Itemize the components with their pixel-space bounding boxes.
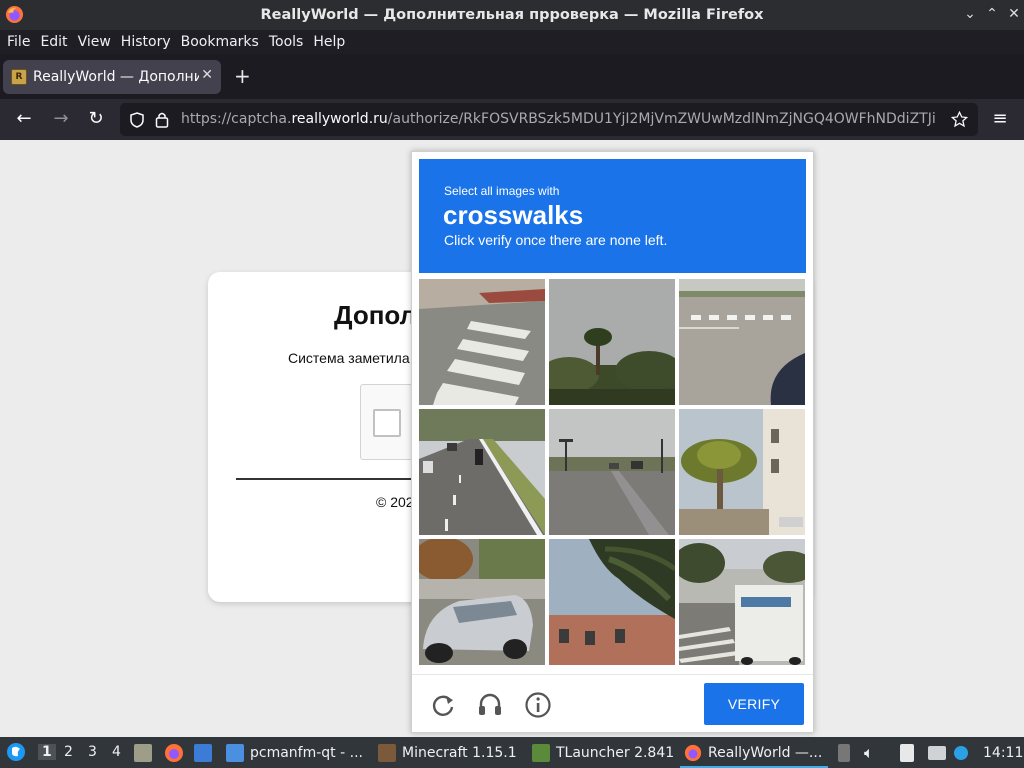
updates-tray[interactable] [954, 737, 974, 768]
minimize-icon[interactable]: ⌄ [961, 4, 979, 24]
shield-icon[interactable] [130, 112, 144, 128]
clock[interactable]: 14:11 [983, 737, 1023, 768]
bookmark-star-icon[interactable] [951, 111, 968, 128]
reload-icon[interactable]: ↻ [85, 108, 107, 130]
close-icon[interactable]: ✕ [1005, 4, 1023, 24]
taskbar-app-label: Minecraft 1.15.1 [402, 744, 517, 761]
navigation-bar: ← → ↻ https://captcha.reallyworld.ru/aut… [0, 99, 1024, 140]
taskbar-app-label: pcmanfm-qt - ... [250, 744, 363, 761]
captcha-target: crosswalks [443, 200, 584, 230]
menu-view[interactable]: View [78, 34, 111, 50]
firefox-launcher-icon [165, 743, 183, 762]
reload-challenge-icon[interactable] [429, 691, 457, 719]
clipboard-icon [900, 743, 914, 762]
speaker-icon: 🔈︎ [864, 742, 874, 762]
taskbar-app-tlauncher[interactable]: TLauncher 2.841 [532, 737, 674, 768]
recaptcha-checkbox[interactable] [373, 409, 401, 437]
menu-history[interactable]: History [121, 34, 171, 50]
captcha-tile-truck-crosswalk[interactable] [679, 539, 805, 665]
menu-help[interactable]: Help [313, 34, 345, 50]
url-host: reallyworld.ru [291, 111, 388, 127]
taskbar-scroll[interactable] [838, 737, 856, 768]
tlauncher-icon [532, 743, 550, 762]
menu-bookmarks[interactable]: Bookmarks [181, 34, 259, 50]
captcha-tile-road-traffic-lights[interactable] [549, 409, 675, 535]
url-path: /authorize/RkFOSVRBSzk5MDU1YjI2MjVmZWUwM… [387, 111, 936, 127]
start-menu-icon[interactable] [6, 742, 26, 762]
verify-button[interactable]: VERIFY [704, 683, 804, 725]
desktop-1[interactable]: 1 [38, 744, 56, 760]
captcha-tile-palm-building-close[interactable] [549, 539, 675, 665]
page-content: Допол Система заметила © 202 Select all … [0, 140, 1024, 737]
window-titlebar: ReallyWorld — Дополнительная прроверка —… [0, 0, 1024, 30]
menu-edit[interactable]: Edit [40, 34, 67, 50]
file-manager-launcher[interactable] [134, 737, 158, 768]
new-tab-icon[interactable]: + [234, 66, 251, 86]
taskbar-app-label: TLauncher 2.841 [556, 744, 675, 761]
taskbar-app-firefox[interactable]: ReallyWorld —... [684, 737, 822, 768]
page-subtitle: Система заметила [288, 350, 410, 366]
window-title: ReallyWorld — Дополнительная прроверка —… [260, 7, 764, 23]
tab-strip: R ReallyWorld — Дополнительная прроверка… [0, 54, 1024, 99]
firefox-icon [684, 744, 702, 761]
captcha-footer: VERIFY [412, 674, 813, 732]
url-text[interactable]: https://captcha.reallyworld.ru/authorize… [181, 111, 941, 127]
menu-file[interactable]: File [7, 34, 30, 50]
back-icon[interactable]: ← [13, 108, 35, 130]
menu-bar: File Edit View History Bookmarks Tools H… [0, 30, 1024, 54]
show-desktop-icon [194, 743, 212, 762]
volume-tray[interactable]: 🔈︎ [864, 737, 874, 768]
captcha-select-text: Select all images with [444, 184, 560, 198]
desktop-2[interactable]: 2 [64, 744, 73, 760]
taskbar-app-pcmanfm[interactable]: pcmanfm-qt - ... [226, 737, 363, 768]
captcha-image-grid [419, 279, 806, 666]
notification-icon [954, 745, 968, 760]
copyright-text: © 202 [376, 494, 414, 510]
minecraft-icon [378, 743, 396, 762]
captcha-tile-palm-tree[interactable] [549, 279, 675, 405]
page-title: Допол [334, 300, 417, 330]
captcha-tile-parked-car[interactable] [419, 539, 545, 665]
lock-icon[interactable] [155, 111, 169, 128]
captcha-tile-road-motorcycle[interactable] [419, 409, 545, 535]
folder-icon [226, 743, 244, 762]
url-bar[interactable]: https://captcha.reallyworld.ru/authorize… [120, 103, 978, 136]
tab-title: ReallyWorld — Дополнительная прроверка [33, 69, 199, 85]
captcha-tile-crosswalk-intersection[interactable] [679, 279, 805, 405]
taskbar-app-minecraft[interactable]: Minecraft 1.15.1 [378, 737, 517, 768]
taskbar-app-label: ReallyWorld —... [708, 744, 823, 761]
captcha-challenge: Select all images with crosswalks Click … [411, 151, 814, 733]
desktop-launcher[interactable] [194, 737, 218, 768]
app-menu-icon[interactable]: ≡ [989, 108, 1011, 130]
network-tray[interactable] [928, 737, 952, 768]
tab-reallyworld[interactable]: R ReallyWorld — Дополнительная прроверка… [3, 60, 221, 94]
firefox-icon [5, 5, 24, 24]
maximize-icon[interactable]: ⌃ [983, 4, 1001, 24]
menu-tools[interactable]: Tools [269, 34, 304, 50]
taskbar: 1 2 3 4 pcmanfm-qt - ... Minecraft 1.15.… [0, 737, 1024, 768]
forward-icon[interactable]: → [50, 108, 72, 130]
desktop-4[interactable]: 4 [112, 744, 121, 760]
captcha-tile-palm-building[interactable] [679, 409, 805, 535]
tab-close-icon[interactable]: ✕ [201, 67, 213, 83]
firefox-launcher[interactable] [164, 737, 184, 768]
file-manager-icon [134, 743, 152, 762]
captcha-header: Select all images with crosswalks Click … [419, 159, 806, 273]
audio-challenge-icon[interactable] [476, 691, 504, 719]
info-icon[interactable] [524, 691, 552, 719]
clipboard-tray[interactable] [900, 737, 920, 768]
captcha-tile-crosswalk-lines[interactable] [419, 279, 545, 405]
scroll-arrow-icon [838, 743, 850, 762]
network-icon [928, 745, 946, 760]
captcha-instruction: Click verify once there are none left. [444, 232, 668, 248]
desktop-3[interactable]: 3 [88, 744, 97, 760]
site-favicon-icon: R [11, 69, 27, 85]
url-prefix: https://captcha. [181, 111, 292, 127]
